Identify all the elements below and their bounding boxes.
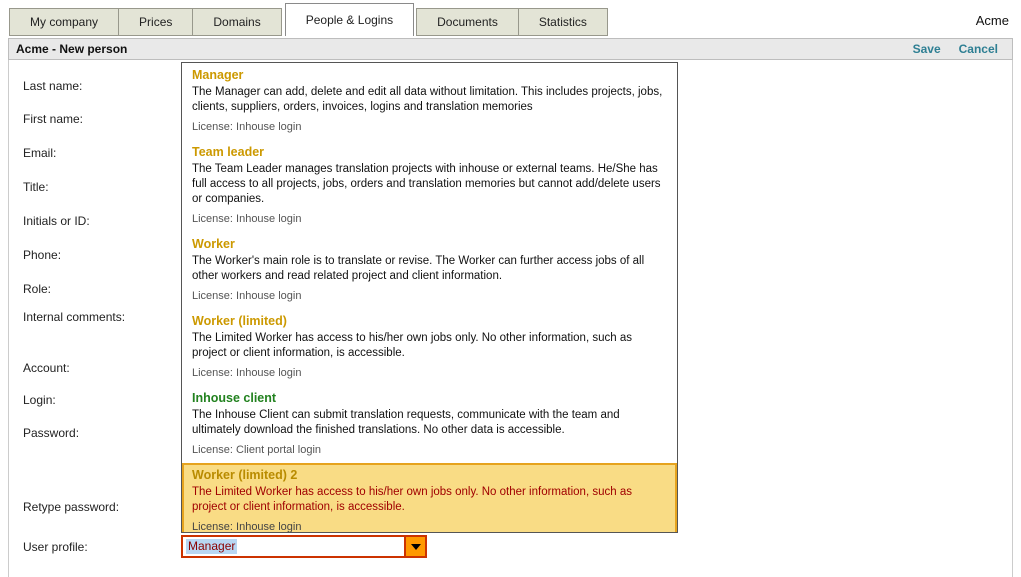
- profile-option-license: License: Client portal login: [192, 444, 667, 457]
- page-header-bar: Acme - New person Save Cancel: [8, 38, 1013, 60]
- profile-option-title: Inhouse client: [192, 391, 667, 406]
- profile-option[interactable]: Worker (limited) The Limited Worker has a…: [182, 309, 677, 386]
- form-label: Title:: [23, 180, 49, 194]
- form-label: Account:: [23, 361, 70, 375]
- form-label: Internal comments:: [23, 310, 125, 324]
- form-label: Password:: [23, 426, 79, 440]
- header-actions: Save Cancel: [913, 42, 1012, 56]
- tab-prices[interactable]: Prices: [118, 8, 193, 36]
- profile-option-description: The Inhouse Client can submit translatio…: [192, 408, 667, 438]
- profile-option[interactable]: Inhouse client The Inhouse Client can sub…: [182, 386, 677, 463]
- profile-option-license: License: Inhouse login: [192, 121, 667, 134]
- form-label: Retype password:: [23, 500, 119, 514]
- form-label: Last name:: [23, 79, 82, 93]
- profile-option[interactable]: Worker (limited) 2 The Limited Worker has…: [182, 463, 677, 533]
- tab-people-logins[interactable]: People & Logins: [285, 3, 414, 36]
- tab-statistics[interactable]: Statistics: [518, 8, 608, 36]
- profile-option[interactable]: Manager The Manager can add, delete and e…: [182, 63, 677, 140]
- profile-option-description: The Manager can add, delete and edit all…: [192, 85, 667, 115]
- profile-option-description: The Limited Worker has access to his/her…: [192, 485, 667, 515]
- profile-option-license: License: Inhouse login: [192, 290, 667, 303]
- profile-option[interactable]: Worker The Worker's main role is to trans…: [182, 232, 677, 309]
- form-label: Phone:: [23, 248, 61, 262]
- form-label: Role:: [23, 282, 51, 296]
- form-label: Initials or ID:: [23, 214, 90, 228]
- tab-bar: My companyPricesDomainsPeople & LoginsDo…: [10, 0, 608, 36]
- form-label: First name:: [23, 112, 83, 126]
- account-name-label: Acme: [976, 13, 1009, 28]
- profile-option-title: Worker (limited) 2: [192, 468, 667, 483]
- profile-option-title: Team leader: [192, 145, 667, 160]
- profile-option-title: Worker (limited): [192, 314, 667, 329]
- profile-option-license: License: Inhouse login: [192, 213, 667, 226]
- tab-my-company[interactable]: My company: [9, 8, 119, 36]
- tab-domains[interactable]: Domains: [192, 8, 281, 36]
- combobox-selected-value: Manager: [186, 539, 237, 554]
- profile-option-title: Worker: [192, 237, 667, 252]
- profile-option-description: The Limited Worker has access to his/her…: [192, 331, 667, 361]
- form-label: User profile:: [23, 540, 88, 554]
- chevron-down-icon: [411, 544, 421, 550]
- page-title: Acme - New person: [9, 42, 127, 56]
- profile-option-title: Manager: [192, 68, 667, 83]
- form-label: Login:: [23, 393, 56, 407]
- profile-option-license: License: Inhouse login: [192, 367, 667, 380]
- profile-option[interactable]: Team leader The Team Leader manages trans…: [182, 140, 677, 232]
- tab-documents[interactable]: Documents: [416, 8, 519, 36]
- cancel-button[interactable]: Cancel: [959, 42, 998, 56]
- user-profile-dropdown-list: Manager The Manager can add, delete and e…: [181, 62, 678, 533]
- form-label: Email:: [23, 146, 56, 160]
- profile-option-license: License: Inhouse login: [192, 521, 667, 533]
- user-profile-combobox[interactable]: Manager: [181, 535, 427, 558]
- profile-option-description: The Worker's main role is to translate o…: [192, 254, 667, 284]
- profile-option-description: The Team Leader manages translation proj…: [192, 162, 667, 207]
- combobox-dropdown-button[interactable]: [404, 537, 425, 556]
- save-button[interactable]: Save: [913, 42, 941, 56]
